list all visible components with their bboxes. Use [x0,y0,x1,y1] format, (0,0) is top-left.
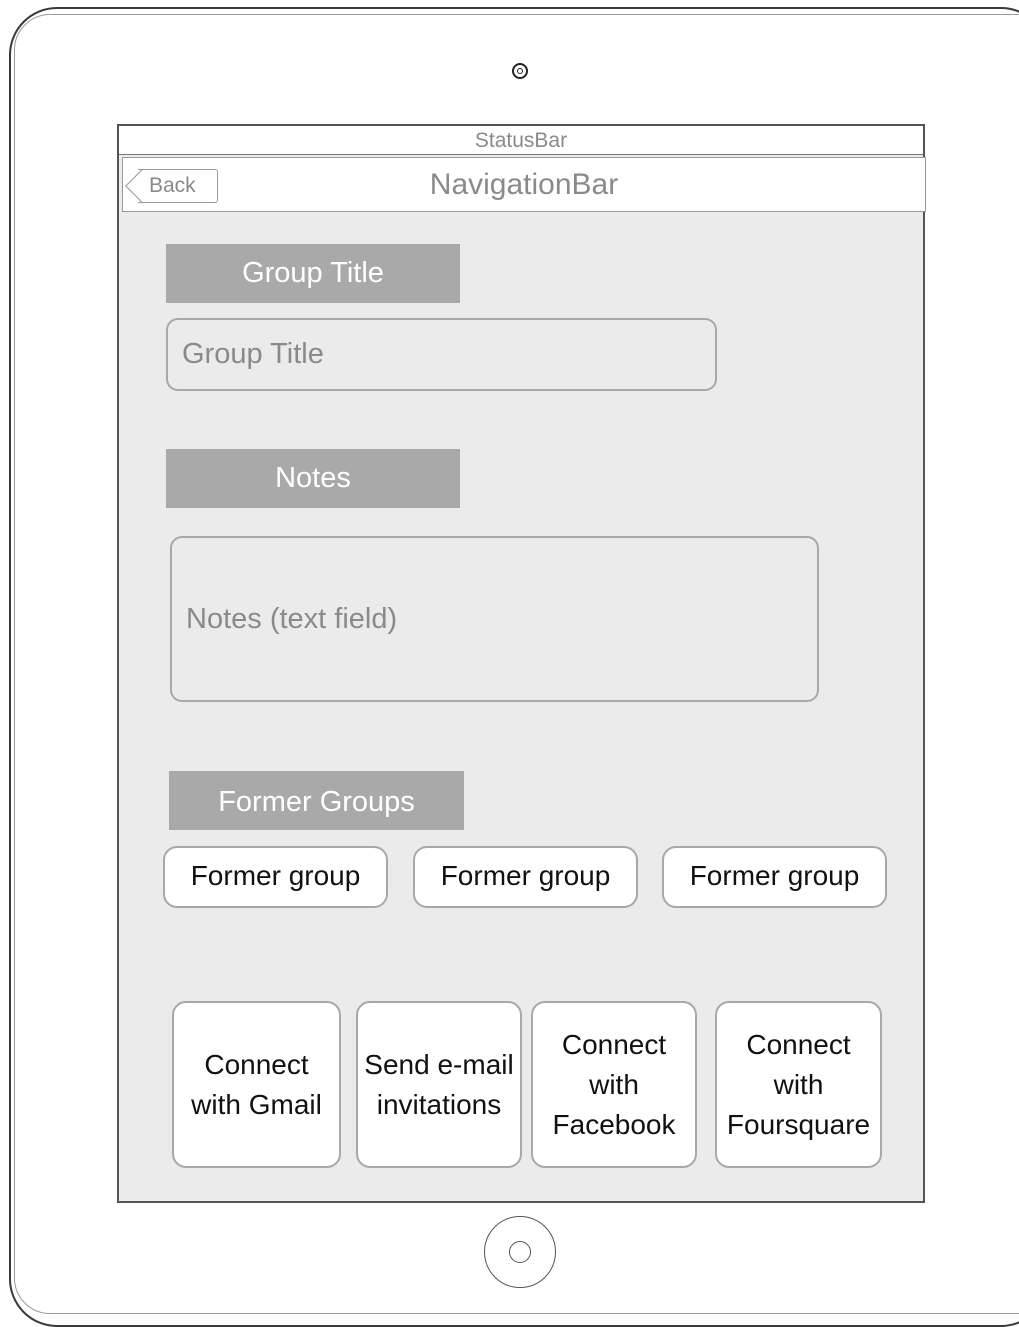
navigation-bar: Back NavigationBar [122,157,926,212]
former-group-button[interactable]: Former group [662,846,887,908]
connect-foursquare-button[interactable]: Connect with Foursquare [715,1001,882,1168]
camera-icon [512,63,528,79]
former-group-button[interactable]: Former group [413,846,638,908]
app-screen: StatusBar Back NavigationBar Group Title… [117,124,926,1203]
connect-facebook-button[interactable]: Connect with Facebook [531,1001,697,1168]
send-email-invitations-label: Send e-mail invitations [364,1048,514,1120]
former-groups-label: Former Groups [169,771,464,830]
group-title-placeholder: Group Title [182,338,324,370]
former-group-button[interactable]: Former group [163,846,388,908]
group-title-input[interactable]: Group Title [166,318,717,391]
connect-foursquare-label: Connect with Foursquare [726,1028,871,1140]
home-button[interactable] [484,1216,556,1288]
connect-facebook-label: Connect with Facebook [552,1028,676,1140]
notes-placeholder: Notes (text field) [186,603,398,635]
send-email-invitations-button[interactable]: Send e-mail invitations [356,1001,522,1168]
navigation-title: NavigationBar [429,168,619,201]
group-title-label: Group Title [166,244,460,303]
notes-field[interactable]: Notes (text field) [170,536,819,702]
connect-gmail-button[interactable]: Connect with Gmail [172,1001,341,1168]
connect-gmail-label: Connect with Gmail [191,1048,322,1120]
status-bar: StatusBar [119,126,923,155]
notes-label: Notes [166,449,460,508]
